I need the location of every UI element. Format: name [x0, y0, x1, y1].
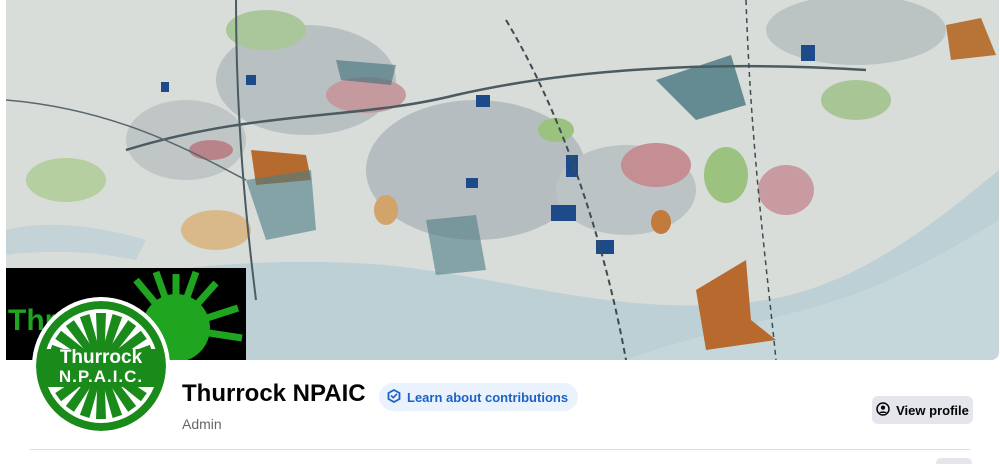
profile-avatar[interactable]: Thurrock N.P.A.I.C. — [32, 297, 170, 435]
badge-icon — [387, 388, 401, 406]
cover-logo-text-right: ck — [166, 308, 200, 341]
learn-about-contributions-button[interactable]: Learn about contributions — [379, 383, 579, 411]
user-circle-icon — [876, 401, 890, 419]
avatar-text-line2: N.P.A.I.C. — [58, 367, 144, 386]
view-profile-button[interactable]: View profile — [872, 396, 973, 424]
avatar-text-line1: Thurrock — [59, 347, 143, 368]
more-options-button[interactable] — [936, 458, 972, 464]
contributions-label: Learn about contributions — [407, 389, 569, 405]
profile-name[interactable]: Thurrock NPAIC — [182, 380, 366, 408]
section-divider — [30, 449, 970, 450]
view-profile-label: View profile — [896, 402, 969, 418]
member-role: Admin — [182, 416, 222, 432]
